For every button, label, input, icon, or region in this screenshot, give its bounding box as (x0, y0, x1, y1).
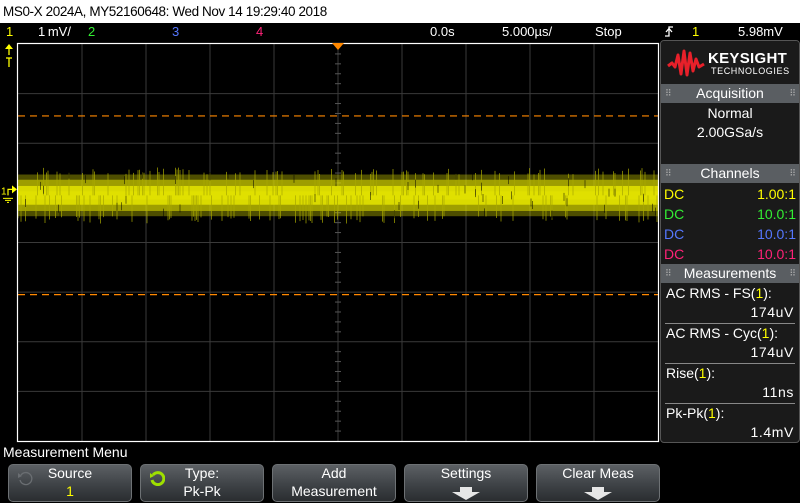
softkey-value: Measurement (291, 483, 377, 499)
softkey-label: Settings (440, 465, 492, 481)
grip-icon: ⠿ (665, 168, 672, 178)
instrument-title: MS0-X 2024A, MY52160648: Wed Nov 14 19:2… (3, 4, 327, 19)
measurement-name: Rise(1): (666, 365, 716, 381)
channel-coupling: DC (664, 226, 685, 242)
waveform-display[interactable]: 1 (0, 40, 660, 445)
run-state[interactable]: Stop (595, 23, 622, 40)
measurement-item[interactable]: Rise(1): 11ns (661, 364, 799, 404)
trigger-source[interactable]: 1 (692, 23, 699, 40)
ch1-marker-label: 1 (1, 186, 7, 197)
time-delay[interactable]: 0.0s (430, 23, 455, 40)
measurement-value: 174uV (750, 344, 794, 360)
measurements-header[interactable]: ⠿ Measurements ⠿ (661, 264, 799, 283)
channel-coupling: DC (664, 206, 685, 222)
channel-row-3[interactable]: DC 10.0:1 (664, 224, 796, 244)
trigger-level-marker[interactable] (5, 44, 13, 67)
channel-row-2[interactable]: DC 10.0:1 (664, 204, 796, 224)
ch1-label[interactable]: 1 (6, 23, 13, 40)
channels-header[interactable]: ⠿ Channels ⠿ (661, 164, 799, 183)
channel-row-4[interactable]: DC 10.0:1 (664, 244, 796, 264)
measurement-value: 11ns (762, 384, 794, 400)
submenu-arrow-icon (584, 487, 612, 500)
trigger-level[interactable]: 5.98mV (738, 23, 783, 40)
ch3-label[interactable]: 3 (172, 23, 179, 40)
status-bar: 1 1 mV/ 2 3 4 0.0s 5.000µs/ Stop 1 5.98m… (0, 23, 800, 40)
logo-brand: KEYSIGHT (708, 50, 788, 67)
ch1-trace (17, 167, 658, 224)
menu-title: Measurement Menu (3, 444, 128, 460)
measurement-value: 1.4mV (750, 424, 794, 440)
channel-coupling: DC (664, 246, 685, 262)
grip-icon: ⠿ (665, 88, 672, 98)
submenu-arrow-icon (452, 487, 480, 500)
grip-icon: ⠿ (789, 268, 796, 278)
time-scale[interactable]: 5.000µs/ (502, 23, 552, 40)
channel-row-1[interactable]: DC 1.00:1 (664, 184, 796, 204)
channel-coupling: DC (664, 186, 685, 202)
ch1-ground-marker[interactable]: 1 (1, 185, 17, 203)
keysight-logo: KEYSIGHT TECHNOLOGIES (661, 41, 799, 84)
softkey-add[interactable]: Add Measurement (272, 464, 396, 502)
softkey-label: Clear Meas (562, 465, 634, 481)
softkey-settings[interactable]: Settings (404, 464, 528, 502)
softkey-type[interactable]: Type: Pk-Pk (140, 464, 264, 502)
measurement-name: AC RMS - FS(1): (666, 285, 772, 301)
measurement-item[interactable]: AC RMS - FS(1): 174uV (661, 284, 799, 324)
measurement-item[interactable]: Pk-Pk(1): 1.4mV (661, 404, 799, 442)
entry-knob-icon (150, 471, 165, 486)
softkey-clear-meas[interactable]: Clear Meas (536, 464, 660, 502)
ch2-label[interactable]: 2 (88, 23, 95, 40)
softkey-source[interactable]: Source 1 (8, 464, 132, 502)
measurement-item[interactable]: AC RMS - Cyc(1): 174uV (661, 324, 799, 364)
channel-probe-ratio: 1.00:1 (757, 186, 796, 202)
measurement-name: AC RMS - Cyc(1): (666, 325, 779, 341)
ch4-label[interactable]: 4 (256, 23, 263, 40)
grip-icon: ⠿ (789, 168, 796, 178)
acquisition-mode: Normal (707, 105, 753, 121)
entry-knob-icon (18, 471, 33, 486)
channel-probe-ratio: 10.0:1 (757, 226, 796, 242)
sample-rate: 2.00GSa/s (696, 124, 764, 140)
title-bar: MS0-X 2024A, MY52160648: Wed Nov 14 19:2… (0, 0, 800, 23)
measurement-value: 174uV (750, 304, 794, 320)
grip-icon: ⠿ (665, 268, 672, 278)
trigger-position-marker[interactable] (332, 43, 344, 50)
grip-icon: ⠿ (789, 88, 796, 98)
side-panel: KEYSIGHT TECHNOLOGIES ⠿ Acquisition ⠿ No… (660, 40, 800, 443)
ch1-scale[interactable]: 1 mV/ (38, 23, 71, 40)
channel-probe-ratio: 10.0:1 (757, 206, 796, 222)
logo-sub: TECHNOLOGIES (711, 66, 790, 76)
softkey-label: Add (321, 465, 347, 481)
channel-probe-ratio: 10.0:1 (757, 246, 796, 262)
measurement-name: Pk-Pk(1): (666, 405, 725, 421)
keysight-wave-icon (667, 49, 705, 77)
acquisition-header[interactable]: ⠿ Acquisition ⠿ (661, 84, 799, 103)
